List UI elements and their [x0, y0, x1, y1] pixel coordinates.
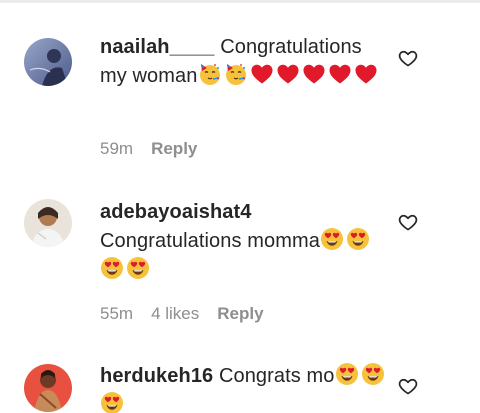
comment-body: herdukeh16 Congrats mo: [100, 362, 400, 413]
comment-meta: 55m 4 likes Reply: [100, 304, 264, 324]
avatar[interactable]: [24, 38, 72, 86]
heart-eyes-emoji: [100, 391, 124, 413]
heart-outline-icon[interactable]: [398, 212, 418, 232]
comment-meta: 59m Reply: [100, 139, 197, 159]
partying-face-emoji: [224, 62, 248, 86]
heart-outline-icon[interactable]: [398, 376, 418, 396]
heart-eyes-emoji: [335, 362, 359, 386]
reply-button[interactable]: Reply: [151, 139, 197, 159]
heart-eyes-emoji: [361, 362, 385, 386]
comment-body: adebayoaishat4 Congratulations momma: [100, 198, 382, 285]
partying-face-emoji: [198, 62, 222, 86]
comment-text: Congrats mo: [218, 365, 335, 387]
reply-button[interactable]: Reply: [217, 304, 263, 324]
comment-item: herdukeh16 Congrats mo: [0, 340, 480, 413]
comment-username[interactable]: naailah____: [100, 36, 215, 58]
comment-time: 55m: [100, 304, 134, 323]
red-heart-emoji: [328, 62, 352, 86]
likes-count[interactable]: 4 likes: [151, 304, 199, 324]
red-heart-emoji: [302, 62, 326, 86]
comment-username[interactable]: adebayoaishat4: [100, 201, 251, 223]
comment-item: adebayoaishat4 Congratulations momma 55m…: [0, 170, 480, 340]
red-heart-emoji: [276, 62, 300, 86]
comment-time: 59m: [100, 139, 134, 158]
emoji-row: [198, 62, 380, 87]
avatar[interactable]: [24, 364, 72, 412]
heart-eyes-emoji: [320, 227, 344, 251]
heart-eyes-emoji: [100, 256, 124, 280]
heart-outline-icon[interactable]: [398, 48, 418, 68]
comment-username[interactable]: herdukeh16: [100, 365, 213, 387]
red-heart-emoji: [354, 62, 378, 86]
comment-item: naailah____ Congratulations my woman 59m…: [0, 0, 480, 170]
heart-eyes-emoji: [346, 227, 370, 251]
comment-body: naailah____ Congratulations my woman: [100, 33, 382, 91]
heart-eyes-emoji: [126, 256, 150, 280]
red-heart-emoji: [250, 62, 274, 86]
comment-text: Congratulations momma: [100, 230, 320, 252]
avatar[interactable]: [24, 199, 72, 247]
